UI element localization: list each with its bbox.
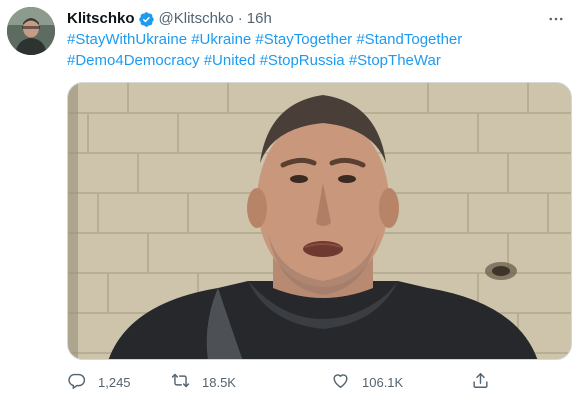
tweet-actions: 1,245 18.5K 106.1K [67, 370, 507, 394]
tweet-text-line-2: #Demo4Democracy #United #StopRussia #Sto… [67, 50, 567, 71]
more-options-icon[interactable] [545, 8, 567, 30]
tweet-text-line-1: #StayWithUkraine #Ukraine #StayTogether … [67, 29, 567, 50]
reply-icon [67, 371, 86, 393]
hashtag-link[interactable]: #StandTogether [356, 31, 462, 48]
hashtag-link[interactable]: #Demo4Democracy [67, 52, 200, 69]
author-name[interactable]: Klitschko [67, 9, 135, 29]
retweet-icon [171, 371, 190, 393]
retweet-button[interactable]: 18.5K [171, 371, 236, 393]
avatar[interactable] [7, 7, 55, 55]
retweet-count: 18.5K [202, 374, 236, 390]
share-button[interactable] [471, 371, 490, 393]
reply-count: 1,245 [98, 374, 131, 390]
hashtag-link[interactable]: #StayWithUkraine [67, 31, 187, 48]
share-icon [471, 371, 490, 393]
author-handle[interactable]: @Klitschko [159, 9, 234, 29]
heart-icon [331, 371, 350, 393]
like-count: 106.1K [362, 374, 404, 390]
tweet-text: #StayWithUkraine #Ukraine #StayTogether … [67, 29, 567, 71]
hashtag-link[interactable]: #StopTheWar [349, 52, 441, 69]
hashtag-link[interactable]: #Ukraine [191, 31, 251, 48]
tweet-header: Klitschko @Klitschko · 16h [67, 9, 272, 29]
hashtag-link[interactable]: #StopRussia [260, 52, 345, 69]
separator-dot: · [237, 10, 243, 27]
tweet-card[interactable]: Klitschko @Klitschko · 16h #StayWithUkra… [0, 0, 581, 401]
verified-badge-icon [138, 11, 155, 28]
like-button[interactable]: 106.1K [331, 371, 403, 393]
video-thumbnail[interactable] [67, 82, 572, 360]
hashtag-link[interactable]: #United [204, 52, 256, 69]
tweet-timestamp[interactable]: 16h [247, 9, 272, 29]
hashtag-link[interactable]: #StayTogether [255, 31, 352, 48]
reply-button[interactable]: 1,245 [67, 371, 131, 393]
